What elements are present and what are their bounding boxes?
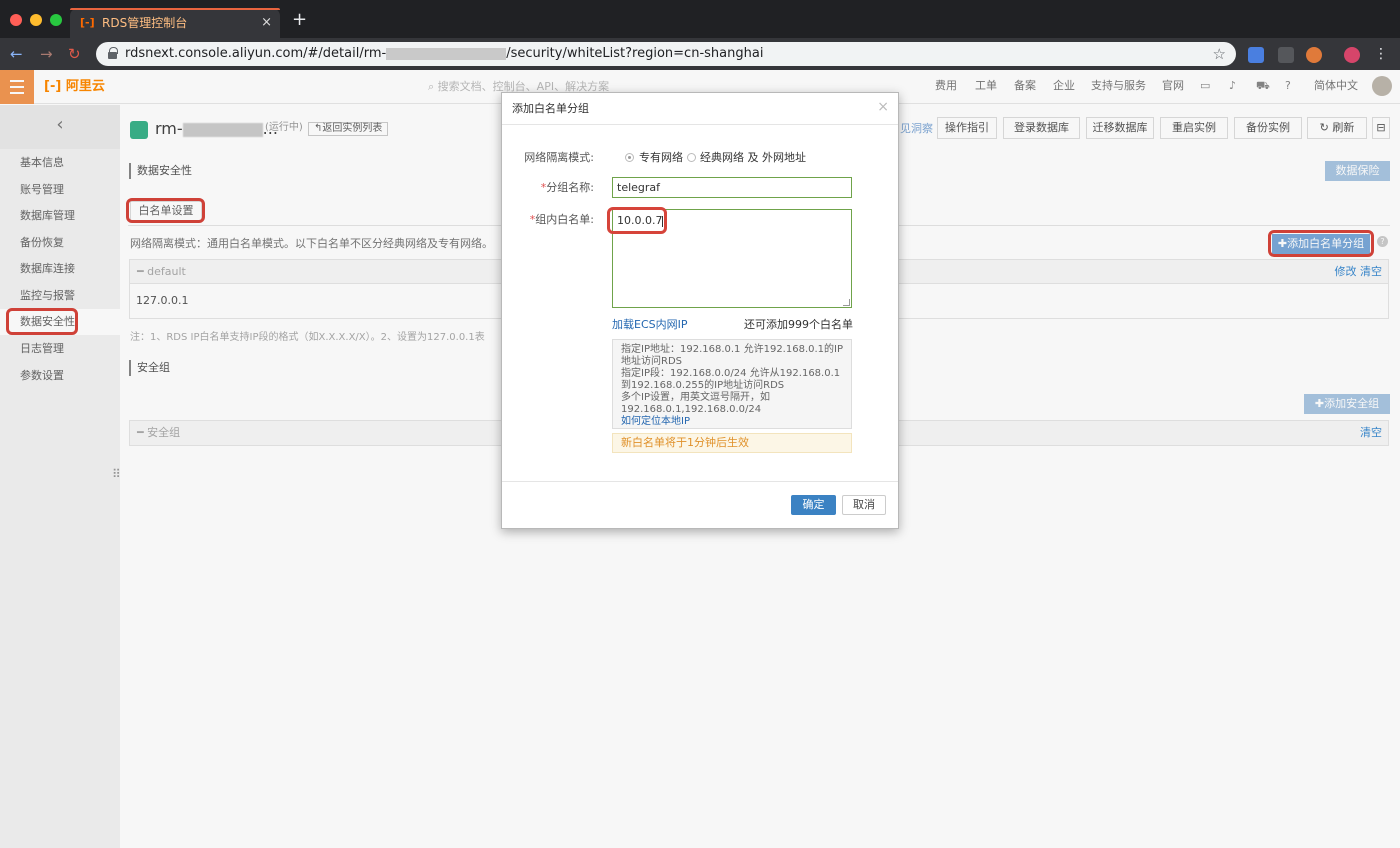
radio-classic[interactable] [687, 153, 696, 162]
dialog-footer-divider [502, 481, 898, 482]
help-line: 指定IP地址：192.168.0.1 允许192.168.0.1的IP [621, 344, 844, 355]
highlight-whitelist-value [607, 207, 667, 234]
whitelist-help-box: 指定IP地址：192.168.0.1 允许192.168.0.1的IP 地址访问… [612, 339, 852, 429]
radio-classic-label[interactable]: 经典网络 及 外网地址 [700, 151, 806, 165]
locate-local-ip-link[interactable]: 如何定位本地IP [621, 416, 843, 428]
browser-toolbar: ← → ↻ rdsnext.console.aliyun.com/#/detai… [0, 38, 1400, 70]
close-window-button[interactable] [10, 14, 22, 26]
dialog-title: 添加白名单分组 [512, 102, 589, 115]
dialog-header: 添加白名单分组 × [502, 93, 898, 125]
tab-title: RDS管理控制台 [102, 16, 188, 30]
lock-icon[interactable] [108, 47, 118, 59]
tab-close-icon[interactable]: × [261, 15, 272, 31]
load-ecs-ip-link[interactable]: 加载ECS内网IP [612, 318, 688, 332]
minimize-window-button[interactable] [30, 14, 42, 26]
close-icon[interactable]: × [877, 99, 889, 115]
confirm-button[interactable]: 确定 [791, 495, 836, 515]
aliyun-favicon-icon: [-] [80, 16, 95, 29]
group-name-label: *分组名称: [540, 181, 594, 194]
network-mode-label: 网络隔离模式: [524, 151, 594, 164]
browser-tab[interactable]: [-] RDS管理控制台 × [70, 8, 280, 38]
whitelist-label: *组内白名单: [529, 213, 594, 226]
redacted-id [386, 47, 507, 60]
bookmark-star-icon[interactable]: ☆ [1213, 45, 1226, 63]
maximize-window-button[interactable] [50, 14, 62, 26]
radio-vpc-label[interactable]: 专有网络 [639, 151, 683, 165]
new-tab-button[interactable]: + [292, 11, 307, 29]
url-text[interactable]: rdsnext.console.aliyun.com/#/detail/rm- /… [125, 46, 763, 62]
reload-icon[interactable]: ↻ [68, 44, 81, 64]
radio-vpc[interactable] [625, 153, 634, 162]
help-line: 多个IP设置，用英文逗号隔开，如 [621, 392, 770, 403]
help-line: 192.168.0.1,192.168.0.0/24 [621, 404, 762, 415]
back-icon[interactable]: ← [10, 44, 23, 64]
extension-icon[interactable] [1278, 47, 1294, 63]
tab-accent [70, 8, 280, 10]
help-line: 到192.168.0.255的IP地址访问RDS [621, 380, 785, 391]
profile-icon[interactable] [1344, 47, 1360, 63]
forward-icon[interactable]: → [40, 44, 53, 64]
add-whitelist-group-dialog: 添加白名单分组 × 网络隔离模式: 专有网络 经典网络 及 外网地址 *分组名称… [501, 92, 899, 529]
translate-extension-icon[interactable] [1248, 47, 1264, 63]
help-line: 指定IP段：192.168.0.0/24 允许从192.168.0.1 [621, 368, 841, 379]
browser-tabbar: [-] RDS管理控制台 × + [0, 0, 1400, 38]
effective-notice: 新白名单将于1分钟后生效 [612, 433, 852, 453]
help-line: 地址访问RDS [621, 356, 682, 367]
remaining-count: 还可添加999个白名单 [744, 318, 853, 331]
cancel-button[interactable]: 取消 [842, 495, 886, 515]
extension-icon[interactable] [1306, 47, 1322, 63]
more-icon[interactable]: ⋮ [1374, 46, 1388, 62]
group-name-input[interactable]: telegraf [612, 177, 852, 198]
address-bar[interactable]: rdsnext.console.aliyun.com/#/detail/rm- /… [96, 42, 1236, 66]
